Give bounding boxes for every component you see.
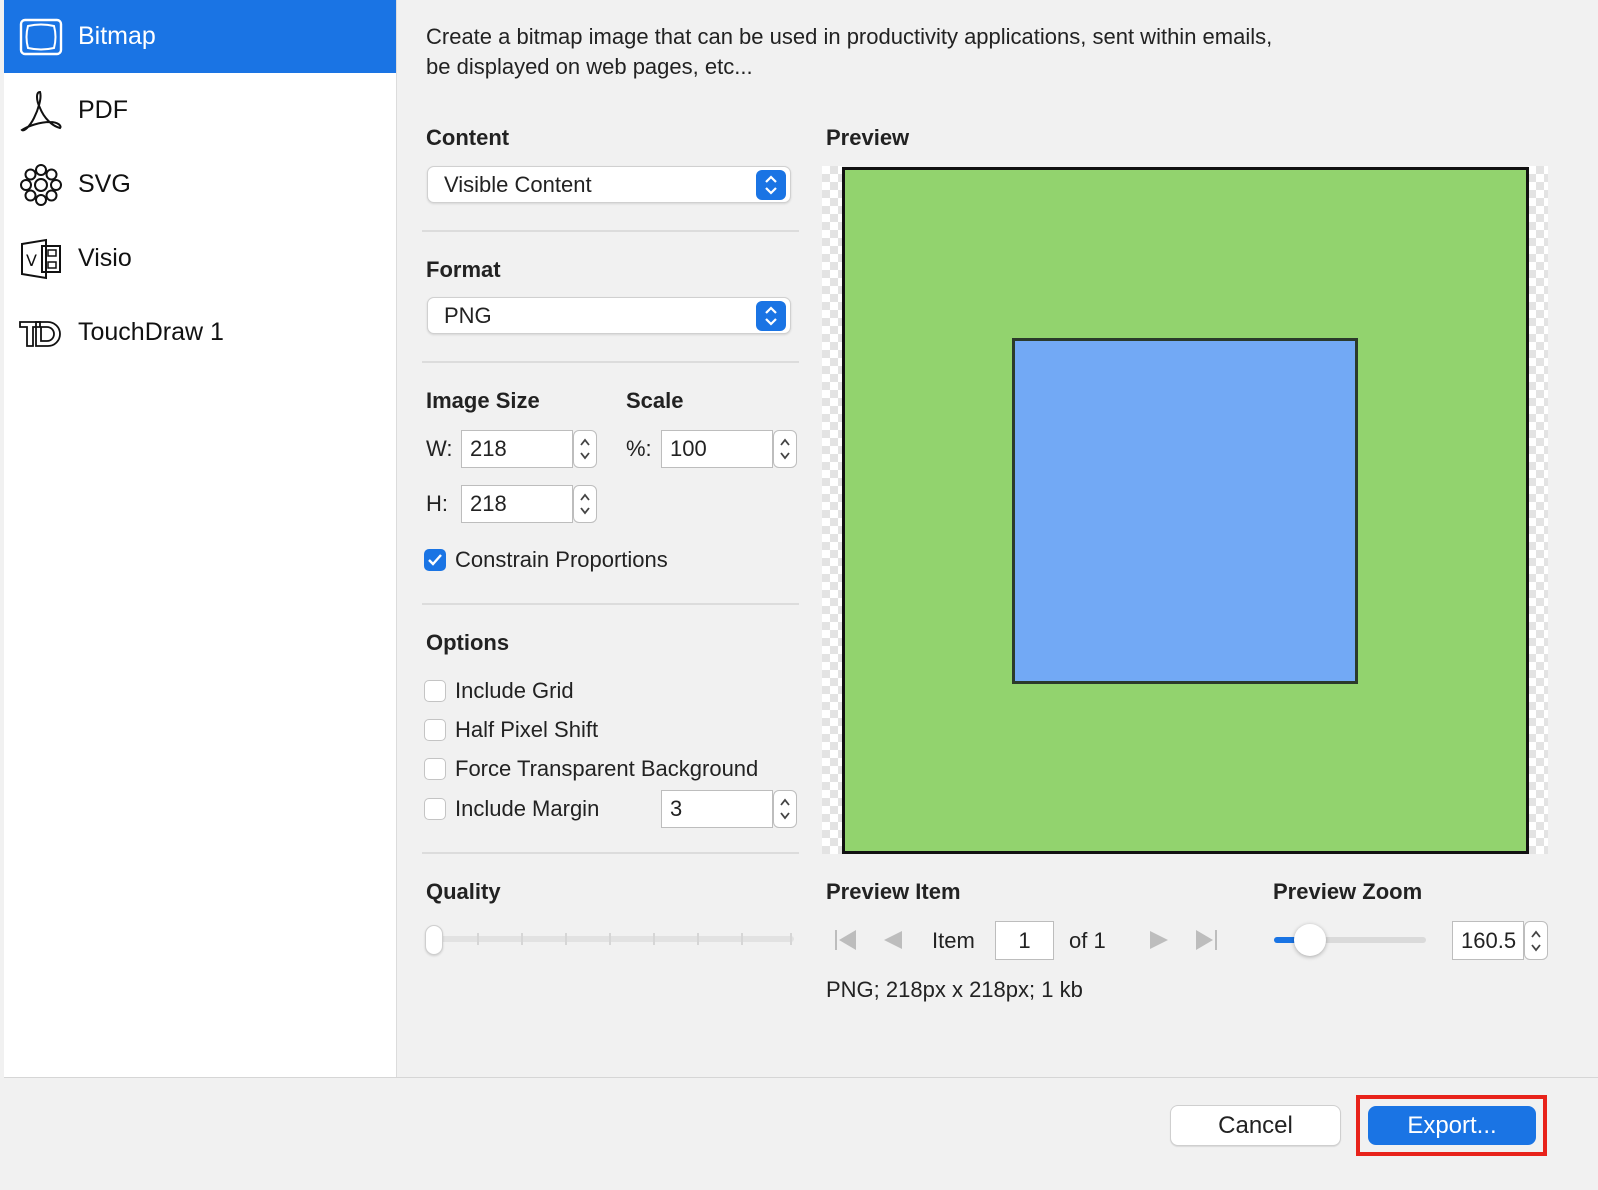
zoom-stepper[interactable] xyxy=(1524,921,1548,960)
item-number-field[interactable]: 1 xyxy=(995,921,1054,960)
description-line-2: be displayed on web pages, etc... xyxy=(426,54,753,79)
sidebar-item-label: Bitmap xyxy=(78,22,156,50)
preview-zoom-heading: Preview Zoom xyxy=(1273,879,1423,904)
quality-tick xyxy=(521,933,523,945)
preview-heading: Preview xyxy=(826,125,910,150)
quality-tick xyxy=(609,933,611,945)
quality-heading: Quality xyxy=(426,879,501,904)
quality-tick xyxy=(697,933,699,945)
margin-field[interactable]: 3 xyxy=(661,790,773,828)
pdf-icon xyxy=(18,88,64,134)
include-grid-label: Include Grid xyxy=(455,678,574,703)
separator xyxy=(422,852,799,854)
sidebar-item-svg[interactable]: SVG xyxy=(4,148,396,221)
quality-tick xyxy=(653,933,655,945)
item-of-label: of 1 xyxy=(1069,928,1106,953)
svg-text:V: V xyxy=(26,251,37,270)
separator xyxy=(422,361,799,363)
svg-icon xyxy=(18,162,64,208)
sidebar-item-pdf[interactable]: PDF xyxy=(4,74,396,147)
height-field[interactable]: 218 xyxy=(461,485,573,523)
sidebar-item-visio[interactable]: V Visio xyxy=(4,222,396,295)
triangle-left-icon xyxy=(884,931,902,949)
popup-arrows-icon xyxy=(756,169,786,200)
content-heading: Content xyxy=(426,125,510,150)
image-size-heading: Image Size xyxy=(426,388,540,413)
content-popup-value: Visible Content xyxy=(444,171,592,197)
quality-tick xyxy=(565,933,567,945)
zoom-slider-knob[interactable] xyxy=(1294,924,1327,956)
scale-percent-label: %: xyxy=(626,436,652,461)
sidebar-item-label: PDF xyxy=(78,96,128,124)
sidebar: Bitmap PDF SVG V Visio TouchDraw 1 xyxy=(4,0,397,1078)
transparency-checkerboard xyxy=(1528,166,1548,854)
sidebar-item-label: Visio xyxy=(78,244,132,272)
width-field[interactable]: 218 xyxy=(461,430,573,468)
previous-item-button[interactable] xyxy=(880,927,906,959)
half-pixel-shift-label: Half Pixel Shift xyxy=(455,717,599,742)
constrain-proportions-checkbox[interactable] xyxy=(424,549,446,571)
stepper-arrows-icon xyxy=(580,438,590,460)
half-pixel-shift-checkbox[interactable] xyxy=(424,719,446,741)
format-heading: Format xyxy=(426,257,501,282)
sidebar-item-bitmap[interactable]: Bitmap xyxy=(4,0,396,73)
bitmap-frame-icon xyxy=(18,14,64,60)
content-popup[interactable]: Visible Content xyxy=(427,166,791,203)
height-stepper[interactable] xyxy=(573,485,597,523)
height-label: H: xyxy=(426,491,448,516)
scale-field[interactable]: 100 xyxy=(661,430,773,468)
item-word-label: Item xyxy=(932,928,975,953)
skip-forward-icon xyxy=(1196,930,1217,950)
sidebar-item-touchdraw[interactable]: TouchDraw 1 xyxy=(4,296,396,369)
triangle-right-icon xyxy=(1150,931,1168,949)
preview-item-heading: Preview Item xyxy=(826,879,961,904)
scale-stepper[interactable] xyxy=(773,430,797,468)
format-popup-value: PNG xyxy=(444,302,492,328)
transparency-checkerboard xyxy=(822,166,842,854)
footer-separator xyxy=(4,1077,1598,1078)
width-stepper[interactable] xyxy=(573,430,597,468)
separator xyxy=(422,603,799,605)
visio-icon: V xyxy=(18,236,64,282)
cancel-button[interactable]: Cancel xyxy=(1170,1105,1341,1146)
skip-back-icon xyxy=(835,930,856,950)
scale-heading: Scale xyxy=(626,388,684,413)
width-label: W: xyxy=(426,436,453,461)
preview-inner-square xyxy=(1012,338,1358,684)
description: Create a bitmap image that can be used i… xyxy=(426,22,1426,82)
preview-info: PNG; 218px x 218px; 1 kb xyxy=(826,977,1083,1002)
constrain-proportions-label: Constrain Proportions xyxy=(455,547,668,572)
quality-slider-track[interactable] xyxy=(428,936,794,942)
options-heading: Options xyxy=(426,630,510,655)
include-grid-checkbox[interactable] xyxy=(424,680,446,702)
zoom-field[interactable]: 160.5 xyxy=(1452,921,1524,960)
separator xyxy=(422,230,799,232)
checkmark-icon xyxy=(428,554,442,566)
stepper-arrows-icon xyxy=(780,798,790,820)
sidebar-item-label: TouchDraw 1 xyxy=(78,318,224,346)
last-item-button[interactable] xyxy=(1192,927,1220,959)
format-popup[interactable]: PNG xyxy=(427,297,791,334)
include-margin-checkbox[interactable] xyxy=(424,798,446,820)
quality-slider-knob[interactable] xyxy=(425,925,443,955)
stepper-arrows-icon xyxy=(780,438,790,460)
stepper-arrows-icon xyxy=(1531,930,1541,951)
quality-tick xyxy=(741,933,743,945)
description-line-1: Create a bitmap image that can be used i… xyxy=(426,24,1273,49)
export-highlight-box xyxy=(1356,1095,1547,1156)
include-margin-label: Include Margin xyxy=(455,796,600,821)
touchdraw-icon xyxy=(18,310,64,356)
popup-arrows-icon xyxy=(756,300,786,331)
force-transparent-background-checkbox[interactable] xyxy=(424,758,446,780)
quality-tick xyxy=(790,933,792,945)
first-item-button[interactable] xyxy=(832,927,860,959)
sidebar-item-label: SVG xyxy=(78,170,131,198)
quality-tick xyxy=(477,933,479,945)
stepper-arrows-icon xyxy=(580,493,590,515)
force-transparent-background-label: Force Transparent Background xyxy=(455,756,759,781)
margin-stepper[interactable] xyxy=(773,790,797,828)
next-item-button[interactable] xyxy=(1146,927,1172,959)
